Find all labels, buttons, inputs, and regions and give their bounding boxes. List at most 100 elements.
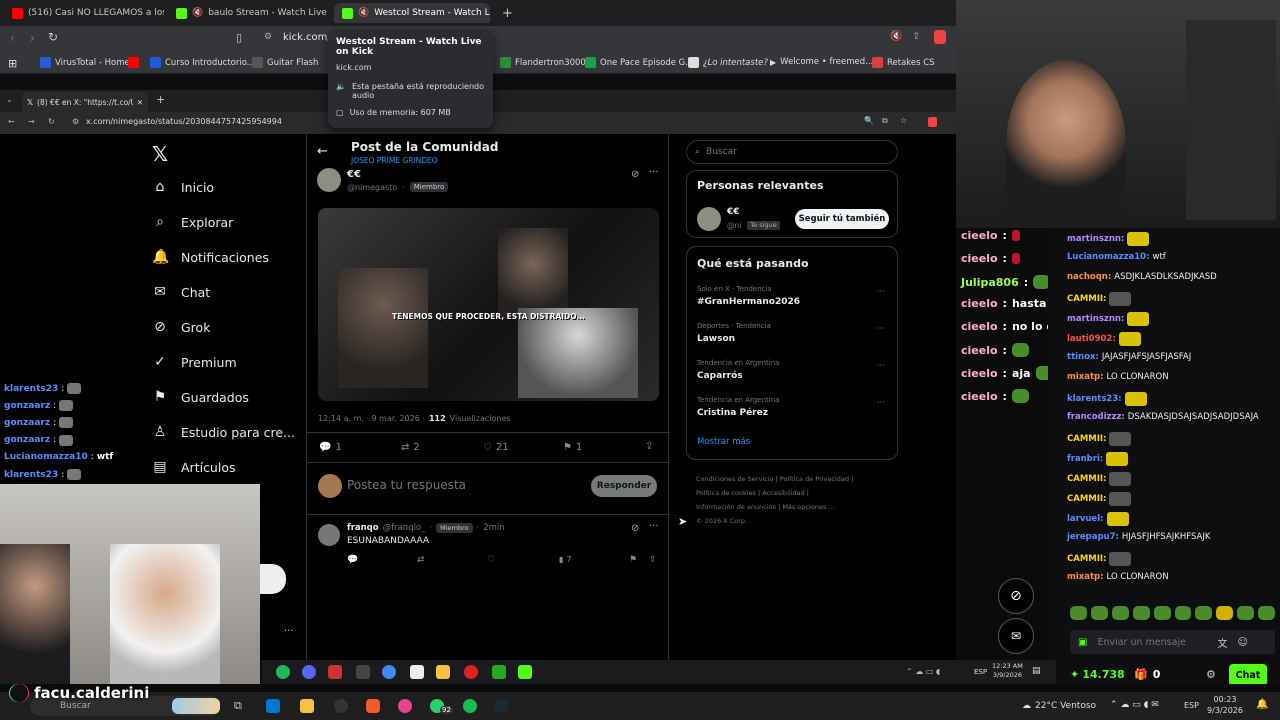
capcut-icon[interactable] [410, 665, 424, 679]
footer-link[interactable]: Más opciones ... [782, 503, 834, 511]
inner-url-field[interactable]: x.com/nimegasto/status/20308447574259549… [86, 117, 282, 126]
emote-icon[interactable] [1237, 606, 1255, 620]
nav-item[interactable]: ⌂ Inicio [152, 179, 215, 195]
nav-item[interactable]: ⊘ Grok [152, 319, 210, 335]
nav-item[interactable]: ♙ Estudio para cre... [152, 424, 295, 440]
settings-gear-icon[interactable]: ⚙ [1206, 668, 1216, 681]
spotify-icon[interactable] [463, 699, 477, 713]
app-icon[interactable] [398, 699, 412, 713]
browser-tab-baulo[interactable]: 🔇 baulo Stream - Watch Live o ✕ [168, 3, 328, 23]
chat-username[interactable]: martinsznn: [1067, 314, 1124, 324]
community-name[interactable]: JOSEO PRIME GRINDEO [351, 156, 438, 165]
bookmark-item[interactable]: VirusTotal - Home [40, 57, 130, 68]
chat-send-button[interactable]: Chat [1229, 664, 1267, 686]
gift-count[interactable]: 🎁 0 [1134, 668, 1160, 681]
chat-username[interactable]: gonzaarz [4, 401, 50, 411]
bookmark-icon[interactable]: ⚑ [629, 555, 637, 565]
forward-icon[interactable]: → [28, 117, 35, 126]
author-name[interactable]: €€ [347, 169, 361, 180]
bookmark-item[interactable]: ▶ Welcome • freemed... [770, 57, 873, 67]
site-settings-icon[interactable]: ⚙ [72, 117, 79, 126]
chat-username[interactable]: francodizzz: [1067, 412, 1125, 422]
notification-bell-icon[interactable]: 🔔 [1256, 699, 1268, 710]
tray-clock[interactable]: 00:23 9/3/2026 [1203, 694, 1247, 716]
views-action[interactable]: ▮ 7 [559, 555, 572, 564]
chat-username[interactable]: CAMMII: [1067, 494, 1106, 504]
emote-icon[interactable] [1258, 606, 1276, 620]
follow-button[interactable]: Seguir tú también [795, 209, 889, 229]
apps-grid-icon[interactable]: ⊞ [8, 57, 17, 70]
chat-username[interactable]: Lucianomazza10 [4, 452, 88, 462]
trend-name[interactable]: #GranHermano2026 [697, 297, 800, 307]
reply-action[interactable]: 💬 1 [319, 442, 342, 453]
grok-fab[interactable]: ⊘ [998, 578, 1034, 614]
chat-username[interactable]: Lucianomazza10: [1067, 252, 1150, 262]
bookmark-item[interactable]: Flandertron3000 [500, 57, 586, 68]
inner-tab-x[interactable]: 𝕏 (8) €€ en X: "https://t.co/U ✕ [22, 92, 148, 112]
avatar[interactable] [697, 207, 721, 231]
translate-icon[interactable]: 文 [1217, 635, 1227, 650]
chat-username[interactable]: nachoqn: [1067, 272, 1111, 282]
notification-icon[interactable]: ▤ [1032, 666, 1041, 676]
brave-shield-icon[interactable] [928, 117, 937, 127]
share-icon[interactable]: ⇪ [912, 31, 920, 42]
reply-button[interactable]: Responder [591, 475, 657, 497]
emote-icon[interactable] [1153, 606, 1171, 620]
kick-icon[interactable] [518, 665, 532, 679]
chat-username[interactable]: Julipa806 [961, 276, 1019, 289]
chat-username[interactable]: CAMMII: [1067, 554, 1106, 564]
new-tab-button[interactable]: + [494, 3, 514, 23]
share-icon[interactable]: ⇪ [649, 555, 657, 565]
mute-site-icon[interactable]: 🔇 [890, 31, 902, 42]
tray-icons[interactable]: ⌃ ☁ ▭ ◖ ✉ [1110, 700, 1159, 710]
footer-link[interactable]: Información de anuncios [696, 503, 776, 511]
footer-link[interactable]: Política de cookies [696, 489, 756, 497]
speaker-muted-icon[interactable]: 🔇 [192, 8, 203, 18]
steam-icon[interactable] [494, 699, 508, 713]
chat-username[interactable]: gonzaarz [4, 418, 50, 428]
bookmark-item[interactable]: One Pace Episode G... [585, 57, 693, 68]
emote-picker-icon[interactable]: ▣ [1078, 637, 1087, 648]
chat-username[interactable]: cieelo [961, 252, 998, 265]
discord-icon[interactable] [302, 665, 316, 679]
weather-widget[interactable]: ☁ 22°C Ventoso [1022, 701, 1096, 711]
chrome-icon[interactable] [382, 665, 396, 679]
reload-icon[interactable]: ↻ [48, 30, 58, 44]
bookmark-item[interactable]: ¿Lo intentaste? [688, 57, 768, 68]
browser-tab-youtube[interactable]: (516) Casi NO LLEGAMOS a los SHO [4, 3, 164, 23]
reply-author[interactable]: franqo [347, 523, 379, 533]
app-icon[interactable] [356, 665, 370, 679]
app-icon[interactable] [492, 665, 506, 679]
back-icon[interactable]: ‹ [10, 31, 15, 45]
scroll-top-button[interactable] [260, 564, 286, 594]
bookmark-star-icon[interactable]: ☆ [900, 116, 907, 125]
author-handle[interactable]: @nimegasto [347, 183, 397, 192]
chat-username[interactable]: martinsznn: [1067, 234, 1124, 244]
bookmark-item[interactable] [128, 57, 139, 68]
chat-username[interactable]: lauti0902: [1067, 334, 1116, 344]
nav-item[interactable]: 🔔 Notificaciones [152, 249, 269, 265]
chat-username[interactable]: CAMMII: [1067, 474, 1106, 484]
speaker-muted-icon[interactable]: 🔇 [358, 8, 369, 18]
browser-tab-westcol[interactable]: 🔇 Westcol Stream - Watch Live ✕ [334, 3, 490, 23]
messages-fab[interactable]: ✉ [998, 618, 1034, 654]
chat-username[interactable]: klarents23 [4, 470, 58, 480]
brave-shield-icon[interactable] [934, 30, 946, 44]
reply-handle[interactable]: @franqlo_ [383, 523, 426, 533]
emote-icon[interactable] [1090, 606, 1108, 620]
site-settings-icon[interactable]: ⚙ [264, 32, 272, 42]
more-icon[interactable]: ··· [284, 626, 294, 637]
x-logo-icon[interactable]: 𝕏 [152, 142, 168, 166]
emote-icon[interactable] [1174, 606, 1192, 620]
nav-item[interactable]: ✓ Premium [152, 354, 237, 370]
chat-username[interactable]: gonzaarz [4, 435, 50, 445]
grok-icon[interactable]: ⊘ [631, 169, 639, 180]
bookmark-item[interactable]: Curso Introductorio... [150, 57, 255, 68]
chat-username[interactable]: cieelo [961, 344, 998, 357]
emote-icon[interactable] [1195, 606, 1213, 620]
tray-lang[interactable]: ESP [974, 668, 987, 676]
grok-icon[interactable]: ⊘ [631, 523, 639, 534]
close-icon[interactable]: ✕ [137, 98, 143, 107]
chat-username[interactable]: cieelo [961, 390, 998, 403]
nav-item[interactable]: ⌕ Explorar [152, 214, 233, 230]
